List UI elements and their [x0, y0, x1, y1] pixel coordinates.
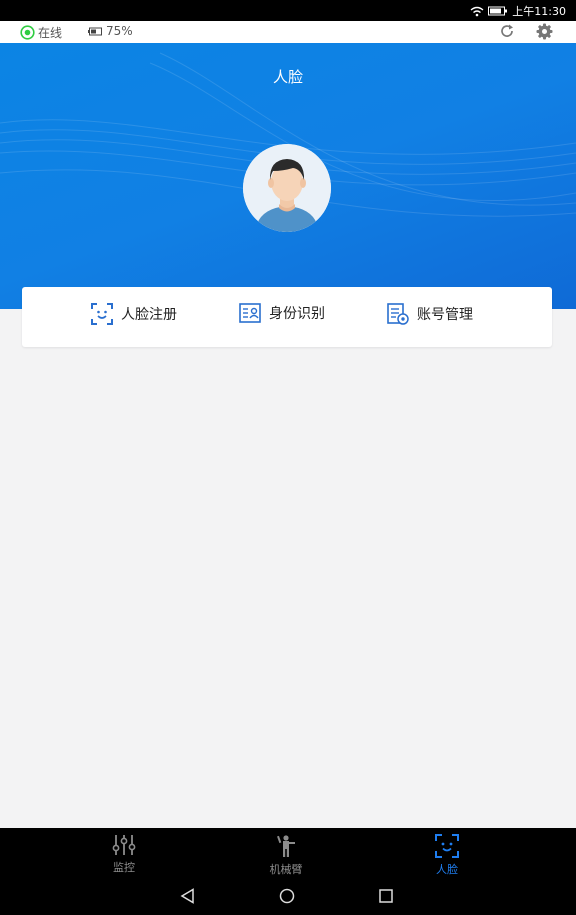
online-status: 在线 — [20, 24, 62, 41]
menu-identity-recognition[interactable]: 身份识别 — [239, 303, 325, 323]
menu-account-management-label: 账号管理 — [417, 307, 473, 323]
back-icon[interactable] — [180, 888, 196, 908]
battery-icon — [488, 6, 508, 16]
id-card-icon — [239, 303, 261, 323]
robot-arm-icon — [277, 835, 295, 857]
nav-robot-arm-label: 机械臂 — [269, 863, 303, 876]
nav-face[interactable]: 人脸 — [412, 834, 482, 877]
profile-hero: 人脸 — [0, 43, 576, 309]
device-battery-label: 75% — [106, 24, 133, 38]
clock: 上午11:30 — [512, 5, 566, 18]
user-avatar[interactable] — [243, 144, 331, 232]
home-icon[interactable] — [279, 888, 295, 908]
nav-face-label: 人脸 — [436, 863, 458, 876]
online-indicator-icon — [20, 25, 35, 40]
online-label: 在线 — [38, 26, 63, 40]
menu-face-register[interactable]: 人脸注册 — [91, 303, 177, 325]
menu-face-register-label: 人脸注册 — [121, 307, 177, 323]
status-right: 上午11:30 — [470, 3, 566, 19]
system-status-bar: 上午11:30 — [0, 0, 576, 21]
system-navigation-bar — [0, 878, 576, 915]
face-register-icon — [91, 303, 113, 325]
app-top-bar: 在线 75% — [0, 21, 576, 44]
page-title: 人脸 — [272, 68, 303, 86]
gear-icon[interactable] — [536, 23, 553, 43]
refresh-icon[interactable] — [499, 23, 515, 42]
account-manage-icon — [387, 303, 409, 325]
menu-account-management[interactable]: 账号管理 — [387, 303, 473, 325]
bottom-navigation: 监控 机械臂 人脸 — [0, 828, 576, 878]
device-battery: 75% — [88, 24, 133, 38]
user-avatar-icon — [243, 144, 331, 232]
device-battery-icon — [88, 27, 102, 35]
nav-monitor[interactable]: 监控 — [89, 834, 159, 875]
face-scan-icon — [435, 834, 459, 858]
recents-icon[interactable] — [378, 888, 394, 908]
sliders-icon — [112, 835, 136, 855]
wifi-icon — [470, 6, 484, 16]
nav-robot-arm[interactable]: 机械臂 — [251, 834, 321, 877]
nav-monitor-label: 监控 — [113, 861, 135, 874]
function-menu-card: 人脸注册 身份识别 账号管理 — [22, 287, 552, 347]
menu-identity-recognition-label: 身份识别 — [269, 306, 325, 322]
